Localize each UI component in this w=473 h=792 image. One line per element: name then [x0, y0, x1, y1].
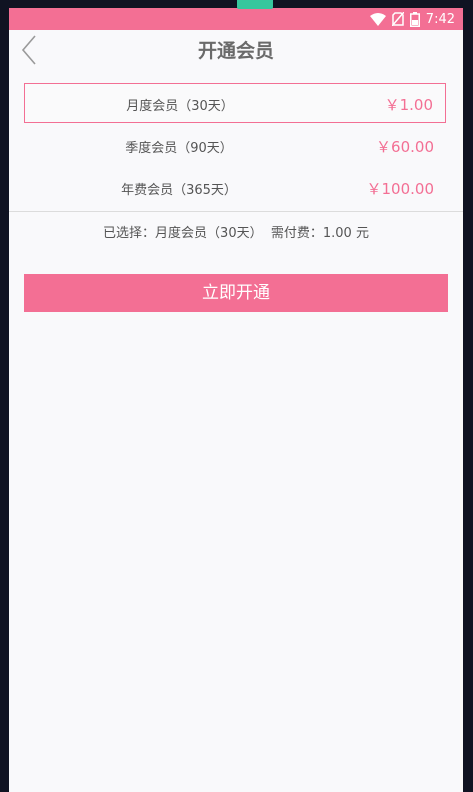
plan-option-yearly[interactable]: 年费会员（365天） ￥100.00: [24, 168, 446, 208]
pay-label: 需付费：: [270, 226, 323, 241]
selected-label: 已选择：: [103, 226, 156, 241]
status-icons: 7:42: [369, 10, 455, 28]
selection-summary: 已选择：月度会员（30天） 需付费：1.00 元: [9, 222, 463, 241]
top-indicator: [237, 0, 273, 9]
plan-price: ￥100.00: [366, 180, 435, 198]
no-sim-icon: [391, 12, 404, 26]
plan-option-monthly[interactable]: 月度会员（30天） ￥1.00: [24, 83, 446, 123]
plan-price: ￥1.00: [384, 96, 433, 114]
app-screen: 7:42 开通会员 月度会员（30天） ￥1.00 季度会员（90天） ￥60.…: [9, 8, 463, 792]
divider: [9, 211, 463, 212]
status-time: 7:42: [425, 11, 455, 27]
plan-name: 月度会员（30天）: [126, 99, 234, 114]
wifi-icon: [369, 12, 386, 26]
battery-icon: [409, 11, 420, 27]
open-membership-button[interactable]: 立即开通: [24, 274, 448, 312]
plan-name: 季度会员（90天）: [125, 141, 233, 156]
title-bar: 开通会员: [9, 30, 463, 70]
page-title: 开通会员: [197, 40, 274, 62]
selected-value: 月度会员（30天）: [155, 226, 263, 241]
plan-option-quarterly[interactable]: 季度会员（90天） ￥60.00: [24, 126, 446, 166]
pay-value: 1.00 元: [322, 226, 369, 241]
status-bar: 7:42: [9, 8, 463, 30]
plan-name: 年费会员（365天）: [121, 183, 237, 198]
plan-price: ￥60.00: [376, 138, 434, 156]
